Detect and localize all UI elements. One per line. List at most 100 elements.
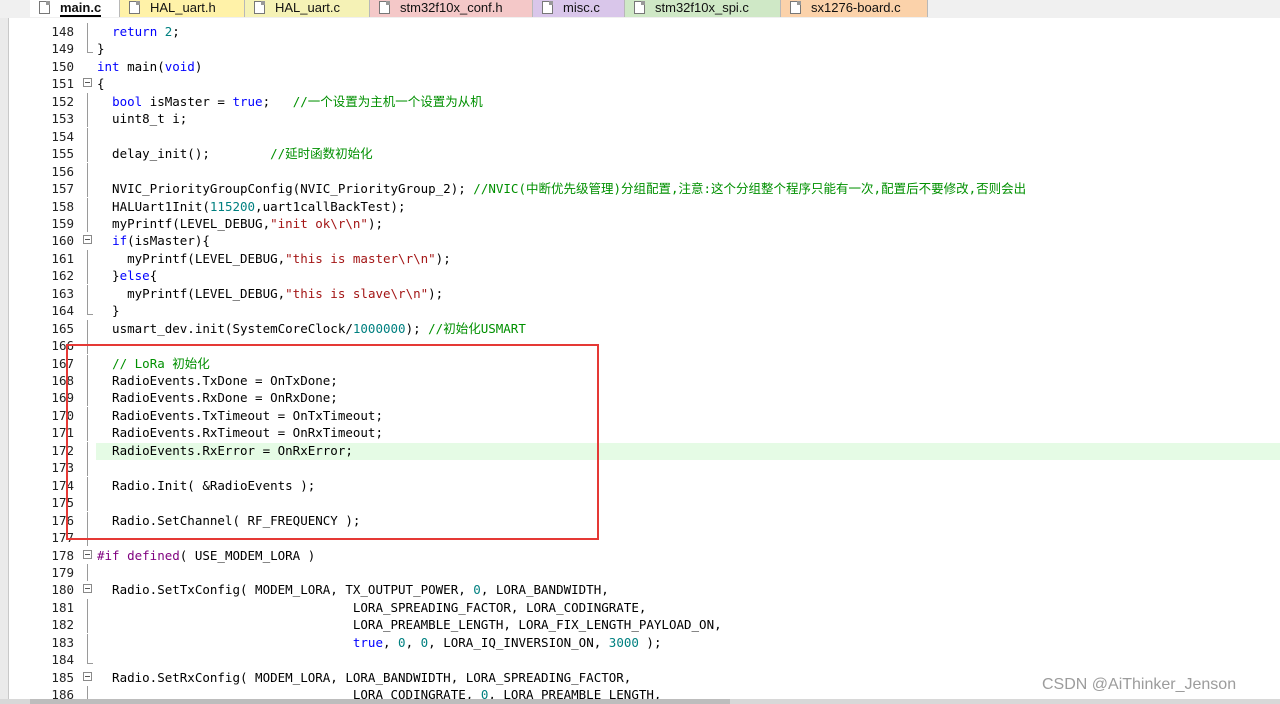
tab-hal-uart-h[interactable]: HAL_uart.h xyxy=(120,0,245,17)
code-line[interactable]: 157 NVIC_PriorityGroupConfig(NVIC_Priori… xyxy=(0,180,1280,198)
code-line[interactable]: 163 myPrintf(LEVEL_DEBUG,"this is slave\… xyxy=(0,284,1280,302)
code-line[interactable]: 181 LORA_SPREADING_FACTOR, LORA_CODINGRA… xyxy=(0,598,1280,616)
code-token: "this is master\r\n" xyxy=(285,250,436,266)
tab-label: misc.c xyxy=(563,0,600,15)
code-line[interactable]: 153 uint8_t i; xyxy=(0,110,1280,128)
code-token: 0 xyxy=(473,582,481,598)
line-number: 152 xyxy=(51,93,74,109)
code-token: ) xyxy=(194,58,203,74)
fold-end-marker xyxy=(82,651,96,668)
line-number: 150 xyxy=(51,58,74,74)
code-text: myPrintf(LEVEL_DEBUG,"init ok\r\n"); xyxy=(97,215,383,232)
code-line[interactable]: 152 bool isMaster = true; //一个设置为主机一个设置为… xyxy=(0,92,1280,110)
tab-hal-uart-c[interactable]: HAL_uart.c xyxy=(245,0,370,17)
code-text: LORA_PREAMBLE_LENGTH, LORA_FIX_LENGTH_PA… xyxy=(97,616,722,633)
code-line[interactable]: 155 delay_init(); //延时函数初始化 xyxy=(0,145,1280,163)
tab-stm32f10x-conf-h[interactable]: stm32f10x_conf.h xyxy=(370,0,533,17)
code-line[interactable]: 150 int main(void) xyxy=(0,58,1280,75)
code-line[interactable]: 164 } xyxy=(0,302,1280,319)
code-token: //NVIC(中断优先级管理)分组配置,注意:这个分组整个程序只能有一次,配置后… xyxy=(473,181,1027,197)
file-icon xyxy=(542,1,553,14)
code-token: myPrintf(LEVEL_DEBUG, xyxy=(97,250,286,266)
line-number: 179 xyxy=(51,564,74,580)
code-token: LORA_PREAMBLE_LENGTH, LORA_FIX_LENGTH_PA… xyxy=(97,617,722,633)
code-line[interactable]: 162 }else{ xyxy=(0,267,1280,285)
code-token: ); xyxy=(435,250,451,266)
tab-main-c[interactable]: main.c xyxy=(30,0,120,17)
code-line[interactable]: 161 myPrintf(LEVEL_DEBUG,"this is master… xyxy=(0,249,1280,267)
line-number: 154 xyxy=(51,128,74,144)
code-line[interactable]: 156 xyxy=(0,162,1280,180)
code-text: delay_init(); //延时函数初始化 xyxy=(97,145,373,162)
file-icon xyxy=(254,1,265,14)
code-text: if(isMaster){ xyxy=(97,232,210,249)
code-line[interactable]: 154 xyxy=(0,127,1280,145)
code-token: } xyxy=(97,268,120,284)
line-number: 161 xyxy=(51,250,74,266)
code-text: usmart_dev.init(SystemCoreClock/1000000)… xyxy=(97,320,526,337)
tab-label: stm32f10x_spi.c xyxy=(655,0,749,15)
file-icon xyxy=(634,1,645,14)
fold-guide xyxy=(82,162,96,180)
code-text: myPrintf(LEVEL_DEBUG,"this is master\r\n… xyxy=(97,250,451,267)
tab-label: HAL_uart.c xyxy=(275,0,341,15)
tab-label: main.c xyxy=(60,0,102,17)
tab-label: sx1276-board.c xyxy=(811,0,901,15)
code-line[interactable]: 151 { xyxy=(0,75,1280,92)
code-token: 3000 xyxy=(608,634,639,650)
code-token: true xyxy=(232,93,263,109)
fold-toggle-icon[interactable] xyxy=(82,547,96,564)
tab-misc-c[interactable]: misc.c xyxy=(533,0,625,17)
annotation-highlight-box xyxy=(66,344,599,540)
code-token: , LORA_IQ_INVERSION_ON, xyxy=(428,634,609,650)
code-text: int main(void) xyxy=(97,58,202,75)
code-line[interactable]: 178 #if defined( USE_MODEM_LORA ) xyxy=(0,547,1280,564)
code-line[interactable]: 184 xyxy=(0,651,1280,668)
line-number: 183 xyxy=(51,634,74,650)
code-token: , xyxy=(405,634,421,650)
scrollbar-thumb[interactable] xyxy=(30,699,730,704)
code-token: { xyxy=(97,76,105,92)
code-token: //一个设置为主机一个设置为从机 xyxy=(292,93,483,109)
code-line[interactable]: 158 HALUart1Init(115200,uart1callBackTes… xyxy=(0,197,1280,215)
code-line[interactable]: 149} xyxy=(0,40,1280,57)
code-line[interactable]: 160 if(isMaster){ xyxy=(0,232,1280,249)
code-line[interactable]: 165 usmart_dev.init(SystemCoreClock/1000… xyxy=(0,319,1280,337)
code-token: //延时函数初始化 xyxy=(270,146,373,162)
code-token: myPrintf(LEVEL_DEBUG, xyxy=(97,215,271,231)
code-line[interactable]: 159 myPrintf(LEVEL_DEBUG,"init ok\r\n"); xyxy=(0,214,1280,232)
code-token: HALUart1Init( xyxy=(97,198,210,214)
code-token: isMaster = xyxy=(142,93,233,109)
code-text: } xyxy=(97,302,120,319)
tab-stm32f10x-spi-c[interactable]: stm32f10x_spi.c xyxy=(625,0,781,17)
code-token: ); xyxy=(428,285,444,301)
code-token: 0 xyxy=(398,634,406,650)
line-number: 165 xyxy=(51,320,74,336)
code-line[interactable]: 182 LORA_PREAMBLE_LENGTH, LORA_FIX_LENGT… xyxy=(0,616,1280,634)
code-line[interactable]: 148 return 2; xyxy=(0,23,1280,40)
fold-guide xyxy=(82,127,96,145)
fold-toggle-icon[interactable] xyxy=(82,232,96,249)
code-line[interactable]: 183 true, 0, 0, LORA_IQ_INVERSION_ON, 30… xyxy=(0,633,1280,651)
horizontal-scrollbar[interactable] xyxy=(0,699,1280,704)
line-number: 148 xyxy=(51,24,74,39)
fold-gutter xyxy=(82,58,96,75)
fold-toggle-icon[interactable] xyxy=(82,75,96,92)
fold-toggle-icon[interactable] xyxy=(82,669,96,686)
code-token: ,uart1callBackTest); xyxy=(255,198,406,214)
code-token: 115200 xyxy=(209,198,256,214)
tab-sx1276-board-c[interactable]: sx1276-board.c xyxy=(781,0,928,17)
code-token: ); xyxy=(405,320,429,336)
code-token: ; xyxy=(172,24,180,39)
fold-guide xyxy=(82,214,96,232)
code-line[interactable]: 179 xyxy=(0,563,1280,581)
fold-guide xyxy=(82,598,96,616)
code-text: } xyxy=(97,40,105,57)
line-number: 156 xyxy=(51,163,74,179)
code-line[interactable]: 180 Radio.SetTxConfig( MODEM_LORA, TX_OU… xyxy=(0,581,1280,598)
fold-toggle-icon[interactable] xyxy=(82,581,96,598)
code-token: , LORA_BANDWIDTH, xyxy=(480,582,609,598)
